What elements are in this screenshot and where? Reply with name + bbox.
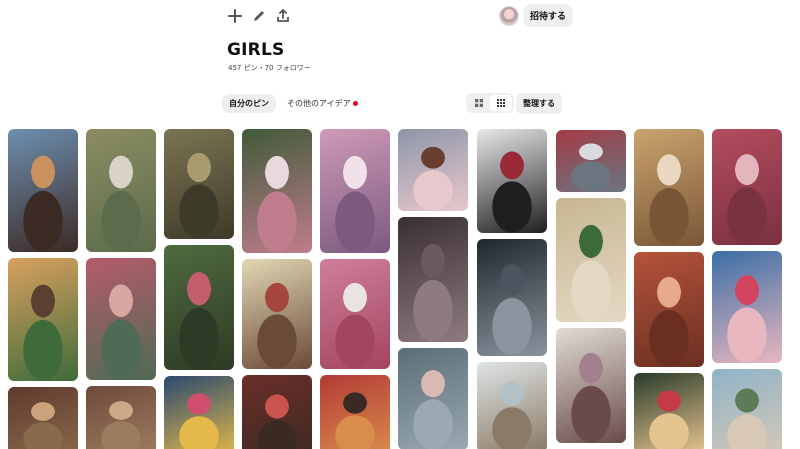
pin-card[interactable]: [164, 245, 234, 370]
pin-card[interactable]: [712, 129, 782, 245]
organize-button[interactable]: 整理する: [516, 93, 562, 114]
pin-card[interactable]: [556, 328, 626, 443]
pin-card[interactable]: [320, 129, 390, 253]
pin-card[interactable]: [242, 259, 312, 369]
pin-card[interactable]: [8, 129, 78, 252]
pin-card[interactable]: [634, 373, 704, 449]
pin-card[interactable]: [398, 348, 468, 449]
pin-card[interactable]: [477, 362, 547, 449]
invite-button[interactable]: 招待する: [523, 4, 574, 27]
pin-card[interactable]: [398, 129, 468, 211]
grid-large-icon: [475, 99, 483, 107]
tab-my-pins[interactable]: 自分のピン: [222, 94, 276, 113]
pin-card[interactable]: [242, 375, 312, 449]
pin-card[interactable]: [712, 369, 782, 449]
pin-card[interactable]: [477, 129, 547, 233]
grid-small-icon: [497, 99, 505, 107]
pin-card[interactable]: [556, 130, 626, 192]
tab-more-ideas[interactable]: その他のアイデア: [280, 94, 365, 113]
pin-card[interactable]: [477, 239, 547, 356]
edit-board-button[interactable]: [250, 7, 268, 25]
notification-dot: [352, 101, 358, 106]
invite-collaborator: 招待する: [499, 4, 574, 27]
pin-card[interactable]: [8, 258, 78, 381]
pin-card[interactable]: [164, 376, 234, 449]
pencil-icon: [254, 11, 264, 21]
pin-card[interactable]: [398, 217, 468, 342]
pin-card[interactable]: [86, 386, 156, 449]
view-toggle: [466, 93, 514, 113]
pin-card[interactable]: [320, 259, 390, 369]
view-compact-button[interactable]: [490, 95, 512, 111]
pin-card[interactable]: [634, 129, 704, 246]
board-tabs: 自分のピン その他のアイデア: [222, 94, 365, 113]
board-stats[interactable]: 457 ピン・70 フォロワー: [228, 63, 311, 73]
pin-card[interactable]: [164, 129, 234, 239]
pin-card[interactable]: [712, 251, 782, 363]
avatar[interactable]: [499, 5, 519, 26]
pin-card[interactable]: [86, 129, 156, 252]
pin-card[interactable]: [634, 252, 704, 367]
add-pin-button[interactable]: [226, 7, 244, 25]
plus-icon: [228, 9, 242, 23]
pin-card[interactable]: [86, 258, 156, 380]
pin-card[interactable]: [242, 129, 312, 253]
pin-card[interactable]: [556, 198, 626, 322]
pin-card[interactable]: [320, 375, 390, 449]
pin-card[interactable]: [8, 387, 78, 449]
view-default-button[interactable]: [468, 95, 490, 111]
tab-more-ideas-label: その他のアイデア: [287, 99, 351, 108]
share-board-button[interactable]: [274, 7, 292, 25]
page-title: GIRLS: [227, 40, 285, 60]
share-icon: [277, 9, 289, 22]
board-toolbar: [226, 7, 292, 25]
